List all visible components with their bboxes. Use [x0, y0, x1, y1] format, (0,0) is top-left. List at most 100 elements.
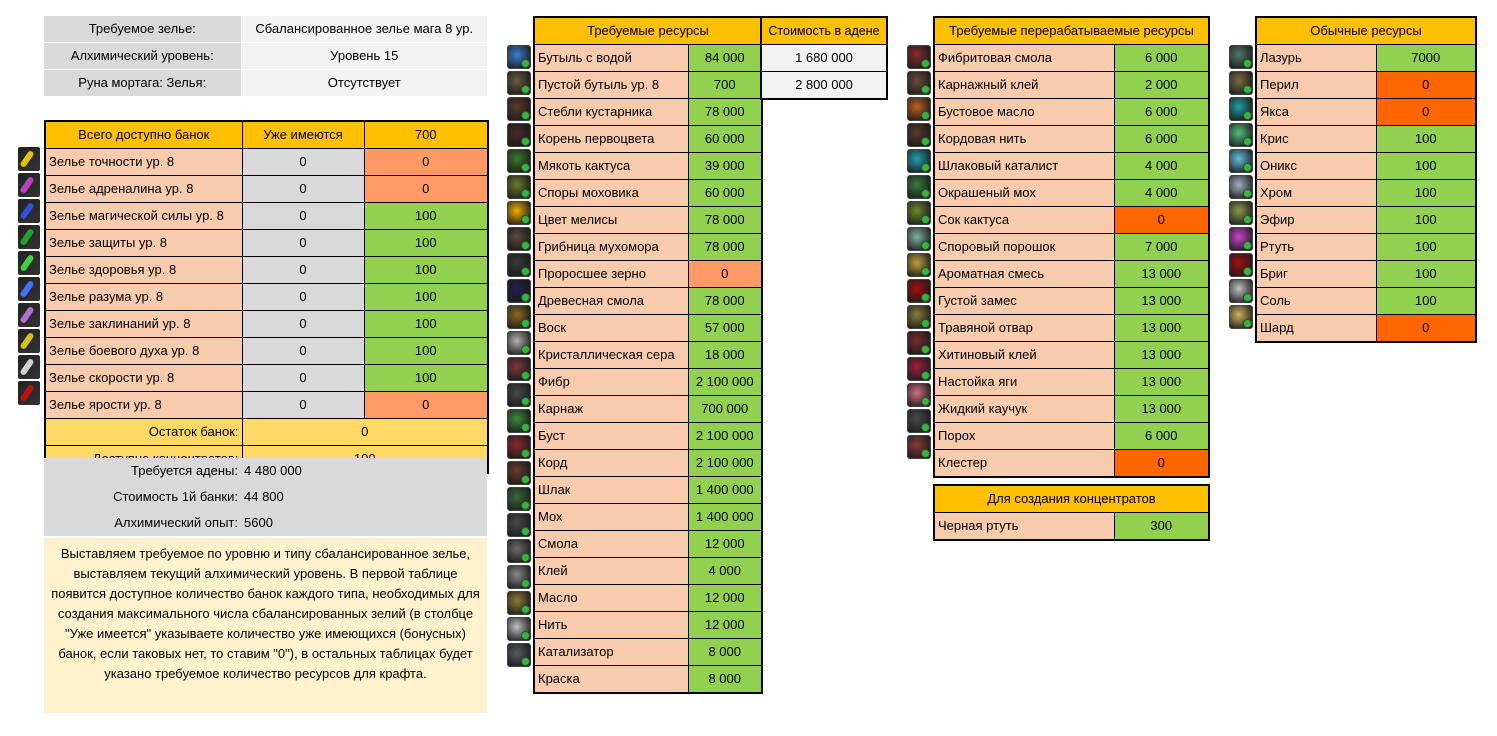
jar-value: 100: [363, 310, 489, 338]
resource-name: Буст: [533, 422, 689, 450]
jar-name: Зелье разума ур. 8: [44, 283, 243, 311]
jar-value: 100: [363, 256, 489, 284]
common-name: Лазурь: [1255, 44, 1377, 72]
resource-value: 1 400 000: [687, 476, 763, 504]
common-row: Лазурь 7000: [1255, 44, 1477, 72]
resource-name: Масло: [533, 584, 689, 612]
common-name: Шард: [1255, 314, 1377, 343]
info-value-potion[interactable]: Сбалансированное зелье мага 8 ур.: [241, 16, 487, 43]
processed-row: Настойка яги 13 000: [933, 368, 1210, 396]
processed-row: Кордовая нить 6 000: [933, 125, 1210, 153]
processed-value: 6 000: [1113, 125, 1210, 153]
resource-value: 78 000: [687, 233, 763, 261]
processed-item-icon: [907, 305, 931, 329]
common-value: 100: [1375, 152, 1477, 180]
jar-row: Зелье адреналина ур. 800: [44, 175, 489, 203]
processed-value: 6 000: [1113, 44, 1210, 72]
jar-have-input[interactable]: 0: [241, 202, 365, 230]
resource-row: Корд 2 100 000: [533, 449, 763, 477]
resource-value: 12 000: [687, 530, 763, 558]
processed-name: Густой замес: [933, 287, 1115, 315]
resource-item-icon: [507, 357, 531, 381]
processed-row: Сок кактуса 0: [933, 206, 1210, 234]
resource-row: Краска 8 000: [533, 665, 763, 694]
processed-name: Жидкий каучук: [933, 395, 1115, 423]
processed-item-icon: [907, 279, 931, 303]
processed-item-icon: [907, 357, 931, 381]
potion-vial-icon: [18, 251, 40, 275]
jar-have-input[interactable]: 0: [241, 391, 365, 419]
processed-name: Сок кактуса: [933, 206, 1115, 234]
processed-name: Окрашеный мох: [933, 179, 1115, 207]
processed-name: Порох: [933, 422, 1115, 450]
jar-row: Зелье разума ур. 8 0 100: [44, 283, 489, 311]
processed-row: Споровый порошок 7 000: [933, 233, 1210, 261]
resource-row: Мякоть кактуса 39 000: [533, 152, 763, 180]
common-item-icon: [1229, 305, 1253, 329]
resource-name: Корень первоцвета: [533, 125, 689, 153]
jar-name: Зелье магической силы ур. 8: [44, 202, 243, 230]
common-value: 100: [1375, 125, 1477, 153]
info-block: Требуемое зелье: Сбалансированное зелье …: [44, 16, 487, 96]
cost-header: Стоимость в адене: [760, 16, 888, 45]
jar-have-input[interactable]: 0: [241, 337, 365, 365]
processed-item-icon: [907, 201, 931, 225]
summary-value-jar-cost: 44 800: [244, 489, 284, 504]
jar-row: Зелье заклинаний ур. 8 0 100: [44, 310, 489, 338]
resource-item-icon: [507, 175, 531, 199]
resource-row: Кристаллическая сера 18 000: [533, 341, 763, 369]
jar-have-input[interactable]: 0: [241, 283, 365, 311]
jar-name: Зелье точности ур. 8: [44, 148, 243, 176]
common-item-icon: [1229, 279, 1253, 303]
info-label-potion: Требуемое зелье:: [44, 16, 242, 43]
jar-value: 100: [363, 283, 489, 311]
potion-vial-icon: [18, 303, 40, 327]
processed-name: Фибритовая смола: [933, 44, 1115, 72]
processed-row: Густой замес 13 000: [933, 287, 1210, 315]
resource-name: Фибр: [533, 368, 689, 396]
common-name: Перил: [1255, 71, 1377, 99]
jar-row: Зелье ярости ур. 800: [44, 391, 489, 419]
common-value: 0: [1375, 98, 1477, 126]
info-label-rune: Руна мортага: Зелья:: [44, 69, 242, 96]
concentrate-name: Черная ртуть: [933, 512, 1115, 541]
common-value: 0: [1375, 314, 1477, 343]
common-table: Обычные ресурсы Лазурь 7000 Перил 0 Якса 0 Кри…: [1255, 16, 1477, 343]
processed-section: Требуемые перерабатываемые ресурсы Фибри…: [907, 16, 1211, 478]
resource-row: Проросшее зерно 0: [533, 260, 763, 288]
processed-item-icon: [907, 97, 931, 121]
common-name: Якса: [1255, 98, 1377, 126]
processed-value: 4 000: [1113, 179, 1210, 207]
info-value-level[interactable]: Уровень 15: [241, 42, 487, 70]
jar-have-input[interactable]: 0: [241, 310, 365, 338]
jar-have-input[interactable]: 0: [241, 229, 365, 257]
resource-row: Масло 12 000: [533, 584, 763, 612]
resource-item-icon: [507, 539, 531, 563]
processed-item-icon: [907, 383, 931, 407]
common-name: Соль: [1255, 287, 1377, 315]
resource-item-icon: [507, 71, 531, 95]
resource-item-icon: [507, 487, 531, 511]
processed-row: Бустовое масло 6 000: [933, 98, 1210, 126]
resource-item-icon: [507, 305, 531, 329]
processed-value: 6 000: [1113, 422, 1210, 450]
processed-item-icon: [907, 45, 931, 69]
jar-have-input[interactable]: 0: [241, 256, 365, 284]
resource-row: Воск 57 000: [533, 314, 763, 342]
jar-have-input[interactable]: 0: [241, 364, 365, 392]
resource-value: 0: [687, 260, 763, 288]
jars-header-count: 700: [363, 120, 489, 149]
resource-row: Грибница мухомора 78 000: [533, 233, 763, 261]
processed-item-icon: [907, 71, 931, 95]
jar-have-input[interactable]: 0: [241, 148, 365, 176]
jar-value: 0: [363, 175, 489, 203]
info-value-rune[interactable]: Отсутствует: [241, 69, 487, 96]
jar-have-input[interactable]: 0: [241, 175, 365, 203]
info-table: Требуемое зелье: Сбалансированное зелье …: [44, 16, 487, 96]
resource-item-icon: [507, 123, 531, 147]
processed-value: 13 000: [1113, 341, 1210, 369]
jar-value: 100: [363, 364, 489, 392]
resource-value: 2 100 000: [687, 368, 763, 396]
jars-table: Всего доступно банок Уже имеются 700 Зел…: [44, 120, 489, 474]
common-item-icon: [1229, 71, 1253, 95]
